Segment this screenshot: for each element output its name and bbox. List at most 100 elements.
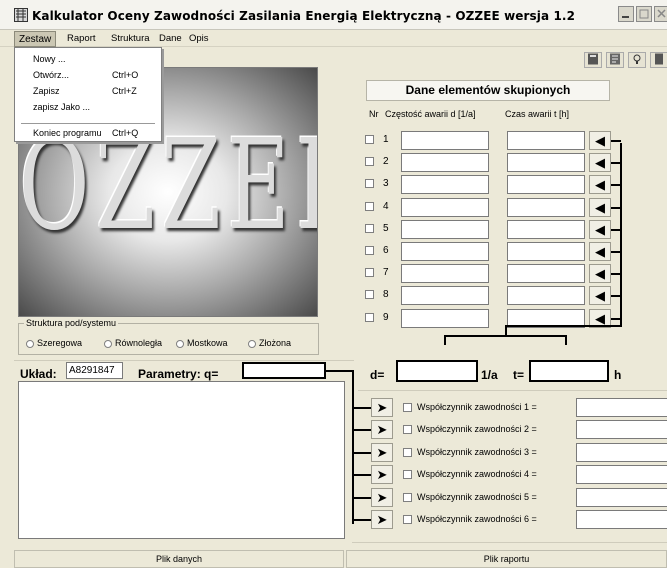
menu-item-otworz[interactable]: Otwórz... xyxy=(33,70,69,80)
col-nr-header: Nr xyxy=(369,109,379,119)
radio-rownolegla[interactable]: Równoległa xyxy=(104,338,162,348)
freq-input[interactable] xyxy=(401,131,489,150)
load-arrow-button[interactable]: ◀ xyxy=(589,220,611,239)
time-input[interactable] xyxy=(507,153,585,172)
arrow-left-icon: ◀ xyxy=(595,200,605,215)
radio-zlozona[interactable]: Złożona xyxy=(248,338,291,348)
t-label: t= xyxy=(513,368,525,382)
factor-arrow-button[interactable]: ➤ xyxy=(371,510,393,529)
row-checkbox[interactable] xyxy=(365,224,374,233)
factor-connector xyxy=(352,407,372,409)
factor-arrow-button[interactable]: ➤ xyxy=(371,488,393,507)
row-checkbox[interactable] xyxy=(365,135,374,144)
row-number: 5 xyxy=(383,223,389,234)
load-arrow-button[interactable]: ◀ xyxy=(589,153,611,172)
zestaw-dropdown-menu: Nowy ... Otwórz... Ctrl+O Zapisz Ctrl+Z … xyxy=(14,47,162,142)
factor-checkbox[interactable] xyxy=(403,493,412,502)
menu-struktura[interactable]: Struktura xyxy=(111,33,150,44)
arrow-right-icon: ➤ xyxy=(376,490,388,505)
exit-icon[interactable] xyxy=(650,52,667,68)
menu-item-zapisz[interactable]: Zapisz xyxy=(33,86,60,96)
factor-checkbox[interactable] xyxy=(403,425,412,434)
lightbulb-icon[interactable] xyxy=(628,52,646,68)
time-input[interactable] xyxy=(507,198,585,217)
factor-checkbox[interactable] xyxy=(403,470,412,479)
time-input[interactable] xyxy=(507,175,585,194)
menu-zestaw[interactable]: Zestaw xyxy=(14,31,57,47)
menu-dane[interactable]: Dane xyxy=(159,33,182,44)
load-arrow-button[interactable]: ◀ xyxy=(589,264,611,283)
freq-input[interactable] xyxy=(401,309,489,328)
time-input[interactable] xyxy=(507,264,585,283)
col-time-header: Czas awarii t [h] xyxy=(505,109,570,119)
menu-item-zapisz-jako[interactable]: zapisz Jako ... xyxy=(33,102,90,112)
factor-arrow-button[interactable]: ➤ xyxy=(371,420,393,439)
factor-label: Współczynnik zawodności 4 = xyxy=(417,469,537,479)
report-icon[interactable] xyxy=(606,52,624,68)
load-arrow-button[interactable]: ◀ xyxy=(589,198,611,217)
factor-connector xyxy=(352,452,372,454)
radio-szeregowa[interactable]: Szeregowa xyxy=(26,338,82,348)
arrow-left-icon: ◀ xyxy=(595,177,605,192)
factor-value-field[interactable] xyxy=(576,465,667,484)
factor-connector xyxy=(352,474,372,476)
time-input[interactable] xyxy=(507,242,585,261)
maximize-button[interactable] xyxy=(636,6,652,22)
d-result-field[interactable] xyxy=(396,360,478,382)
output-textarea[interactable] xyxy=(18,381,345,539)
factor-checkbox[interactable] xyxy=(403,448,412,457)
row-checkbox[interactable] xyxy=(365,268,374,277)
menu-opis[interactable]: Opis xyxy=(189,33,209,44)
time-input[interactable] xyxy=(507,220,585,239)
freq-input[interactable] xyxy=(401,286,489,305)
menu-item-nowy[interactable]: Nowy ... xyxy=(33,54,66,64)
close-button[interactable] xyxy=(654,6,667,22)
freq-input[interactable] xyxy=(401,175,489,194)
col-freq-header: Częstość awarii d [1/a] xyxy=(385,109,476,119)
time-input[interactable] xyxy=(507,286,585,305)
radio-mostkowa[interactable]: Mostkowa xyxy=(176,338,228,348)
app-icon xyxy=(14,8,28,22)
menu-item-koniec[interactable]: Koniec programu xyxy=(33,128,102,138)
menu-raport[interactable]: Raport xyxy=(67,33,96,44)
minimize-button[interactable] xyxy=(618,6,634,22)
factor-value-field[interactable] xyxy=(576,420,667,439)
time-input[interactable] xyxy=(507,131,585,150)
row-checkbox[interactable] xyxy=(365,202,374,211)
factor-value-field[interactable] xyxy=(576,488,667,507)
load-arrow-button[interactable]: ◀ xyxy=(589,131,611,150)
arrow-left-icon: ◀ xyxy=(595,244,605,259)
menu-separator xyxy=(21,123,155,124)
freq-input[interactable] xyxy=(401,264,489,283)
row-checkbox[interactable] xyxy=(365,157,374,166)
load-arrow-button[interactable]: ◀ xyxy=(589,242,611,261)
uklad-field[interactable]: A8291847 xyxy=(66,362,123,379)
row-number: 2 xyxy=(383,156,389,167)
freq-input[interactable] xyxy=(401,198,489,217)
factor-arrow-button[interactable]: ➤ xyxy=(371,398,393,417)
freq-input[interactable] xyxy=(401,220,489,239)
factor-checkbox[interactable] xyxy=(403,515,412,524)
row-number: 7 xyxy=(383,267,389,278)
freq-input[interactable] xyxy=(401,242,489,261)
row-checkbox[interactable] xyxy=(365,246,374,255)
factor-value-field[interactable] xyxy=(576,398,667,417)
load-arrow-button[interactable]: ◀ xyxy=(589,175,611,194)
arrow-left-icon: ◀ xyxy=(595,311,605,326)
footer-data-file: Plik danych xyxy=(14,550,344,568)
parametry-q-field[interactable] xyxy=(242,362,326,379)
freq-input[interactable] xyxy=(401,153,489,172)
row-checkbox[interactable] xyxy=(365,290,374,299)
factor-value-field[interactable] xyxy=(576,443,667,462)
row-number: 9 xyxy=(383,312,389,323)
factor-arrow-button[interactable]: ➤ xyxy=(371,465,393,484)
row-checkbox[interactable] xyxy=(365,179,374,188)
row-checkbox[interactable] xyxy=(365,313,374,322)
factor-value-field[interactable] xyxy=(576,510,667,529)
factor-checkbox[interactable] xyxy=(403,403,412,412)
t-result-field[interactable] xyxy=(529,360,609,382)
load-arrow-button[interactable]: ◀ xyxy=(589,286,611,305)
arrow-left-icon: ◀ xyxy=(595,288,605,303)
factor-arrow-button[interactable]: ➤ xyxy=(371,443,393,462)
calculator-icon[interactable] xyxy=(584,52,602,68)
